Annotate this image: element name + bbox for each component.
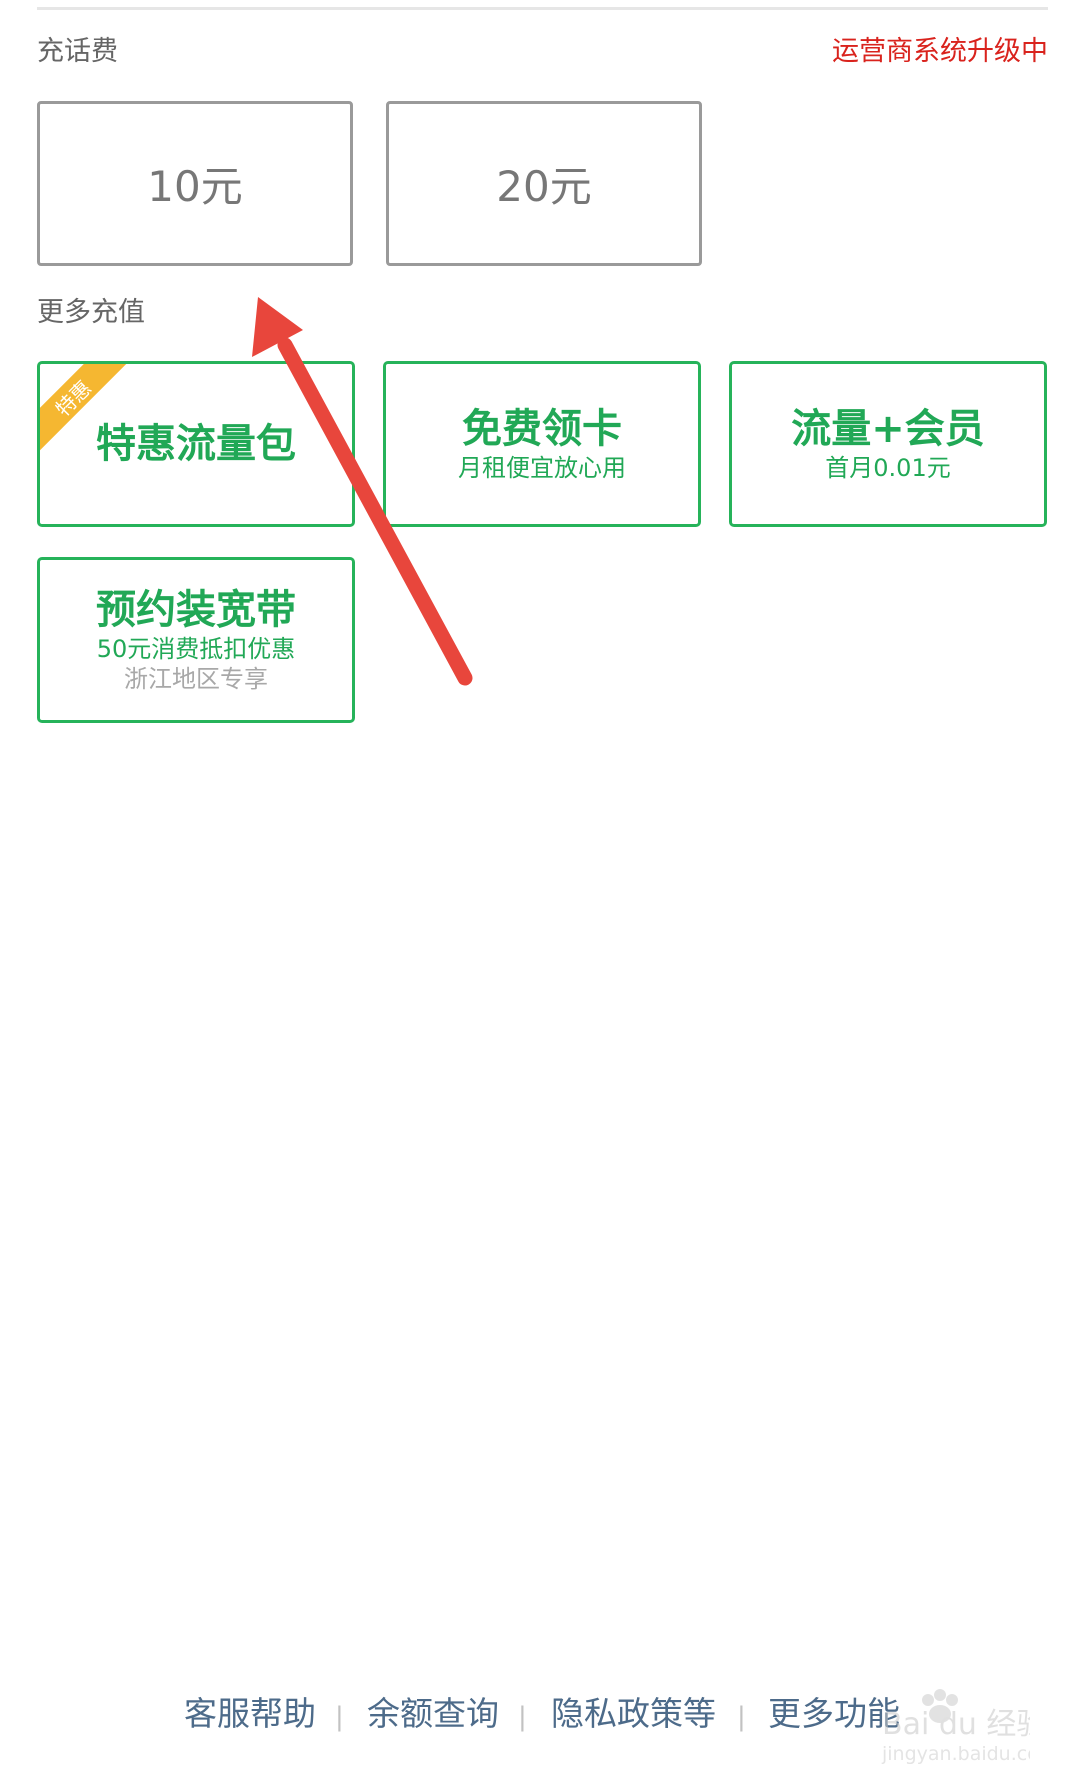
watermark-url: jingyan.baidu.com [881,1743,1030,1765]
footer-separator: | [335,1702,344,1732]
promo-card-title: 免费领卡 [462,406,622,452]
footer-separator: | [737,1702,746,1732]
annotation-arrow-icon [252,297,473,686]
footer-link-balance-query[interactable]: 余额查询 [367,1694,499,1734]
recharge-section-label: 充话费 [37,36,118,67]
promo-card-subtitle: 50元消费抵扣优惠 [96,635,296,663]
more-recharge-section-label: 更多充值 [37,297,145,328]
promo-card-title: 预约装宽带 [96,587,296,633]
promo-card-broadband[interactable]: 预约装宽带 50元消费抵扣优惠 浙江地区专享 [37,557,355,723]
operator-status-notice: 运营商系统升级中 [832,36,1048,67]
promo-card-data-package[interactable]: 特惠 特惠流量包 [37,361,355,527]
baidu-jingyan-watermark-icon: Bai du 经验 jingyan.baidu.com [881,1689,1030,1765]
promo-card-free-sim[interactable]: 免费领卡 月租便宜放心用 [383,361,701,527]
promo-card-data-membership[interactable]: 流量+会员 首月0.01元 [729,361,1047,527]
watermark-brand: Bai du 经验 [882,1707,1030,1742]
top-divider [37,7,1048,10]
promo-card-subtitle: 首月0.01元 [825,454,951,482]
promo-card-title: 流量+会员 [791,406,985,452]
footer-link-privacy-policy[interactable]: 隐私政策等 [551,1694,716,1734]
amount-option-10[interactable]: 10元 [37,101,353,266]
footer-link-customer-service[interactable]: 客服帮助 [184,1694,316,1734]
promo-card-region-note: 浙江地区专享 [124,665,268,693]
promo-card-subtitle: 月租便宜放心用 [458,454,626,482]
amount-option-20[interactable]: 20元 [386,101,702,266]
footer-separator: | [518,1702,527,1732]
promo-card-title: 特惠流量包 [96,421,296,467]
